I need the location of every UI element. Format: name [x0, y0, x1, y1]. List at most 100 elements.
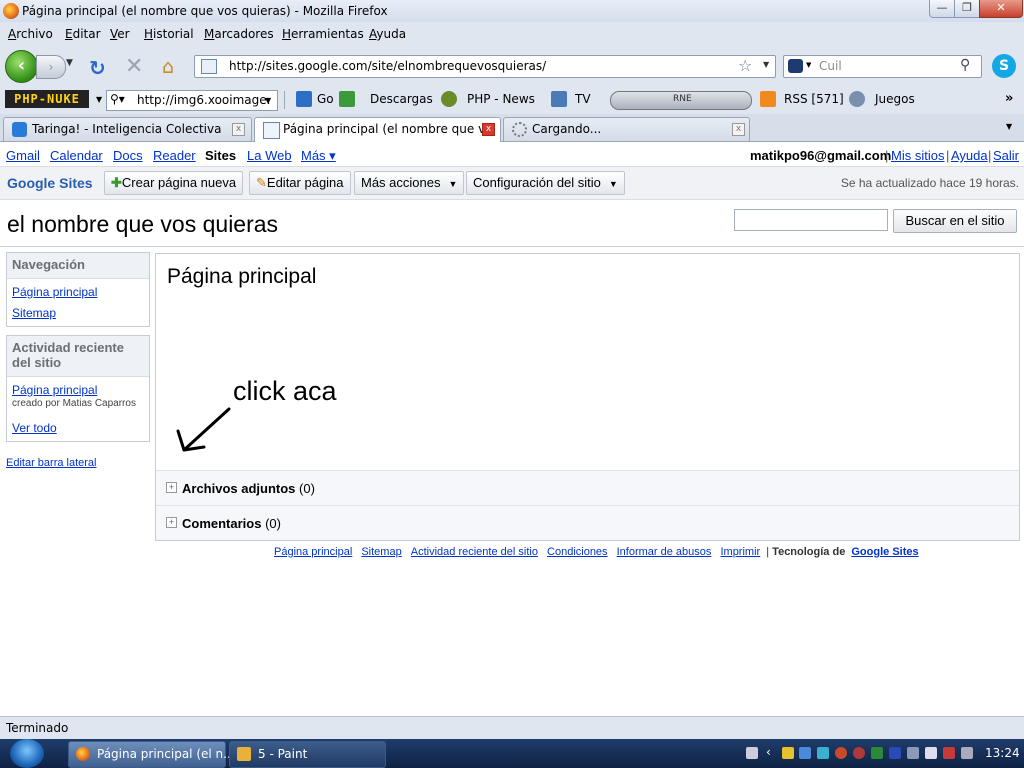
menu-archivo[interactable]: Archivo — [8, 27, 53, 41]
site-search-input[interactable] — [734, 209, 888, 231]
gbar-docs[interactable]: Docs — [113, 148, 143, 163]
address-bar[interactable]: http://sites.google.com/site/elnombreque… — [194, 55, 776, 78]
search-engine-icon[interactable] — [788, 59, 803, 73]
maximize-button[interactable]: ❐ — [954, 0, 980, 18]
toolbar-descargas[interactable]: Descargas — [370, 92, 433, 106]
menu-herramientas[interactable]: Herramientas — [282, 27, 364, 41]
clock[interactable]: 13:24 — [985, 746, 1020, 760]
gbar-mis-sitios[interactable]: Mis sitios — [891, 148, 944, 163]
chevron-down-icon[interactable]: ▼ — [265, 96, 271, 105]
footer-imprimir[interactable]: Imprimir — [720, 546, 760, 558]
reload-icon[interactable]: ↻ — [89, 56, 106, 80]
search-icon[interactable]: ⚲ — [960, 57, 970, 73]
toolbar-search-input[interactable]: ⚲▾ http://img6.xooimage. ▼ — [106, 90, 278, 111]
search-bar[interactable]: ▼ Cuil ⚲ — [783, 55, 982, 78]
toolbar-go[interactable]: Go — [317, 92, 334, 106]
toolbar-rss[interactable]: RSS [571] — [784, 92, 844, 106]
footer-actividad-reciente[interactable]: Actividad reciente del sitio — [411, 546, 538, 558]
sidebar-item-sitemap[interactable]: Sitemap — [12, 306, 56, 320]
google-sites-logo[interactable]: Google Sites — [7, 175, 93, 191]
forward-button[interactable]: › — [36, 55, 66, 79]
site-settings-button[interactable]: Configuración del sitio ▼ — [466, 171, 625, 195]
network-icon[interactable] — [799, 747, 811, 759]
footer-google-sites-link[interactable]: Google Sites — [851, 546, 918, 558]
menu-ayuda[interactable]: Ayuda — [369, 27, 406, 41]
attachments-section[interactable]: + Archivos adjuntos (0) — [156, 470, 1019, 505]
close-tab-icon[interactable]: x — [232, 123, 245, 136]
more-actions-button[interactable]: Más acciones ▼ — [354, 171, 465, 195]
radio-player[interactable]: RNE — [610, 91, 752, 110]
search-placeholder[interactable]: Cuil — [819, 59, 842, 73]
gbar-mas[interactable]: Más ▾ — [301, 148, 336, 164]
bookmark-star-icon[interactable]: ☆ — [738, 56, 752, 75]
site-search-button[interactable]: Buscar en el sitio — [893, 209, 1017, 233]
close-tab-icon[interactable]: x — [482, 123, 495, 136]
recent-activity-link[interactable]: Página principal — [12, 383, 97, 397]
taskbar-paint[interactable]: 5 - Paint — [229, 741, 386, 768]
tab-taringa[interactable]: Taringa! - Inteligencia Colectiva x — [3, 117, 252, 141]
taskbar-firefox[interactable]: Página principal (el n... — [68, 741, 235, 768]
start-button[interactable] — [10, 739, 44, 768]
engine-dropdown-icon[interactable]: ▼ — [806, 61, 811, 69]
menu-ver[interactable]: Ver — [110, 27, 130, 41]
expand-icon[interactable]: + — [166, 517, 177, 528]
minimize-button[interactable]: — — [929, 0, 955, 18]
history-dropdown-icon[interactable]: ▼ — [66, 58, 73, 68]
home-icon[interactable]: ⌂ — [162, 56, 174, 78]
taskbar-task-label: Página principal (el n... — [97, 747, 235, 761]
toolbar-php-news[interactable]: PHP - News — [467, 92, 535, 106]
comments-section[interactable]: + Comentarios (0) — [156, 505, 1019, 540]
gbar-gmail[interactable]: Gmail — [6, 148, 40, 163]
gbar-reader[interactable]: Reader — [153, 148, 196, 163]
window-title: Página principal (el nombre que vos quie… — [22, 4, 388, 18]
antivirus-icon[interactable] — [853, 747, 865, 759]
app-tray-icon[interactable] — [889, 747, 901, 759]
expand-icon[interactable]: + — [166, 482, 177, 493]
create-page-button[interactable]: ✚Crear página nueva — [104, 171, 244, 195]
site-title[interactable]: el nombre que vos quieras — [7, 211, 278, 238]
footer-sitemap[interactable]: Sitemap — [361, 546, 401, 558]
menu-editar[interactable]: Editar — [65, 27, 101, 41]
logo-dropdown-icon[interactable]: ▼ — [96, 95, 102, 104]
gbar-salir[interactable]: Salir — [993, 148, 1019, 163]
tab-pagina-principal[interactable]: Página principal (el nombre que v... x — [254, 117, 501, 142]
edit-sidebar-link[interactable]: Editar barra lateral — [6, 457, 97, 469]
toolbar-tv[interactable]: TV — [575, 92, 591, 106]
menu-marcadores[interactable]: Marcadores — [204, 27, 274, 41]
display-icon[interactable] — [925, 747, 937, 759]
gbar-ayuda[interactable]: Ayuda — [951, 148, 988, 163]
toolbar-overflow-icon[interactable]: » — [1005, 91, 1013, 106]
window-title-bar[interactable]: Página principal (el nombre que vos quie… — [0, 0, 1024, 22]
menu-historial[interactable]: Historial — [144, 27, 194, 41]
app-tray-icon[interactable] — [871, 747, 883, 759]
view-all-link[interactable]: Ver todo — [12, 421, 57, 435]
tab-list-dropdown-icon[interactable]: ▼ — [1006, 122, 1012, 131]
shield-icon[interactable] — [782, 747, 794, 759]
url-text[interactable]: http://sites.google.com/site/elnombreque… — [229, 59, 546, 73]
stop-icon[interactable]: ✕ — [125, 54, 143, 79]
keyboard-icon[interactable] — [746, 747, 758, 759]
gbar-calendar[interactable]: Calendar — [50, 148, 103, 163]
back-button[interactable]: ‹ — [5, 50, 38, 83]
url-dropdown-icon[interactable]: ▼ — [763, 60, 769, 69]
site-identity-icon[interactable] — [201, 59, 217, 74]
toolbar-search-value[interactable]: http://img6.xooimage. — [137, 93, 270, 107]
skype-tray-icon[interactable] — [817, 747, 829, 759]
sidebar-item-pagina-principal[interactable]: Página principal — [12, 285, 97, 299]
gbar-la-web[interactable]: La Web — [247, 148, 292, 163]
volume-icon[interactable] — [961, 747, 973, 759]
toolbar-juegos[interactable]: Juegos — [875, 92, 915, 106]
footer-pagina-principal[interactable]: Página principal — [274, 546, 352, 558]
tab-cargando[interactable]: Cargando... x — [503, 117, 750, 141]
show-hidden-icons-icon[interactable]: ‹ — [766, 745, 771, 759]
skype-icon[interactable]: S — [992, 54, 1016, 78]
app-tray-icon[interactable] — [835, 747, 847, 759]
close-tab-icon[interactable]: x — [732, 123, 745, 136]
flag-icon[interactable] — [943, 747, 955, 759]
footer-informar-abusos[interactable]: Informar de abusos — [617, 546, 712, 558]
app-tray-icon[interactable] — [907, 747, 919, 759]
phpnuke-logo[interactable]: PHP-NUKE — [5, 90, 89, 108]
footer-condiciones[interactable]: Condiciones — [547, 546, 608, 558]
close-window-button[interactable]: ✕ — [979, 0, 1023, 18]
edit-page-button[interactable]: ✎Editar página — [249, 171, 351, 195]
